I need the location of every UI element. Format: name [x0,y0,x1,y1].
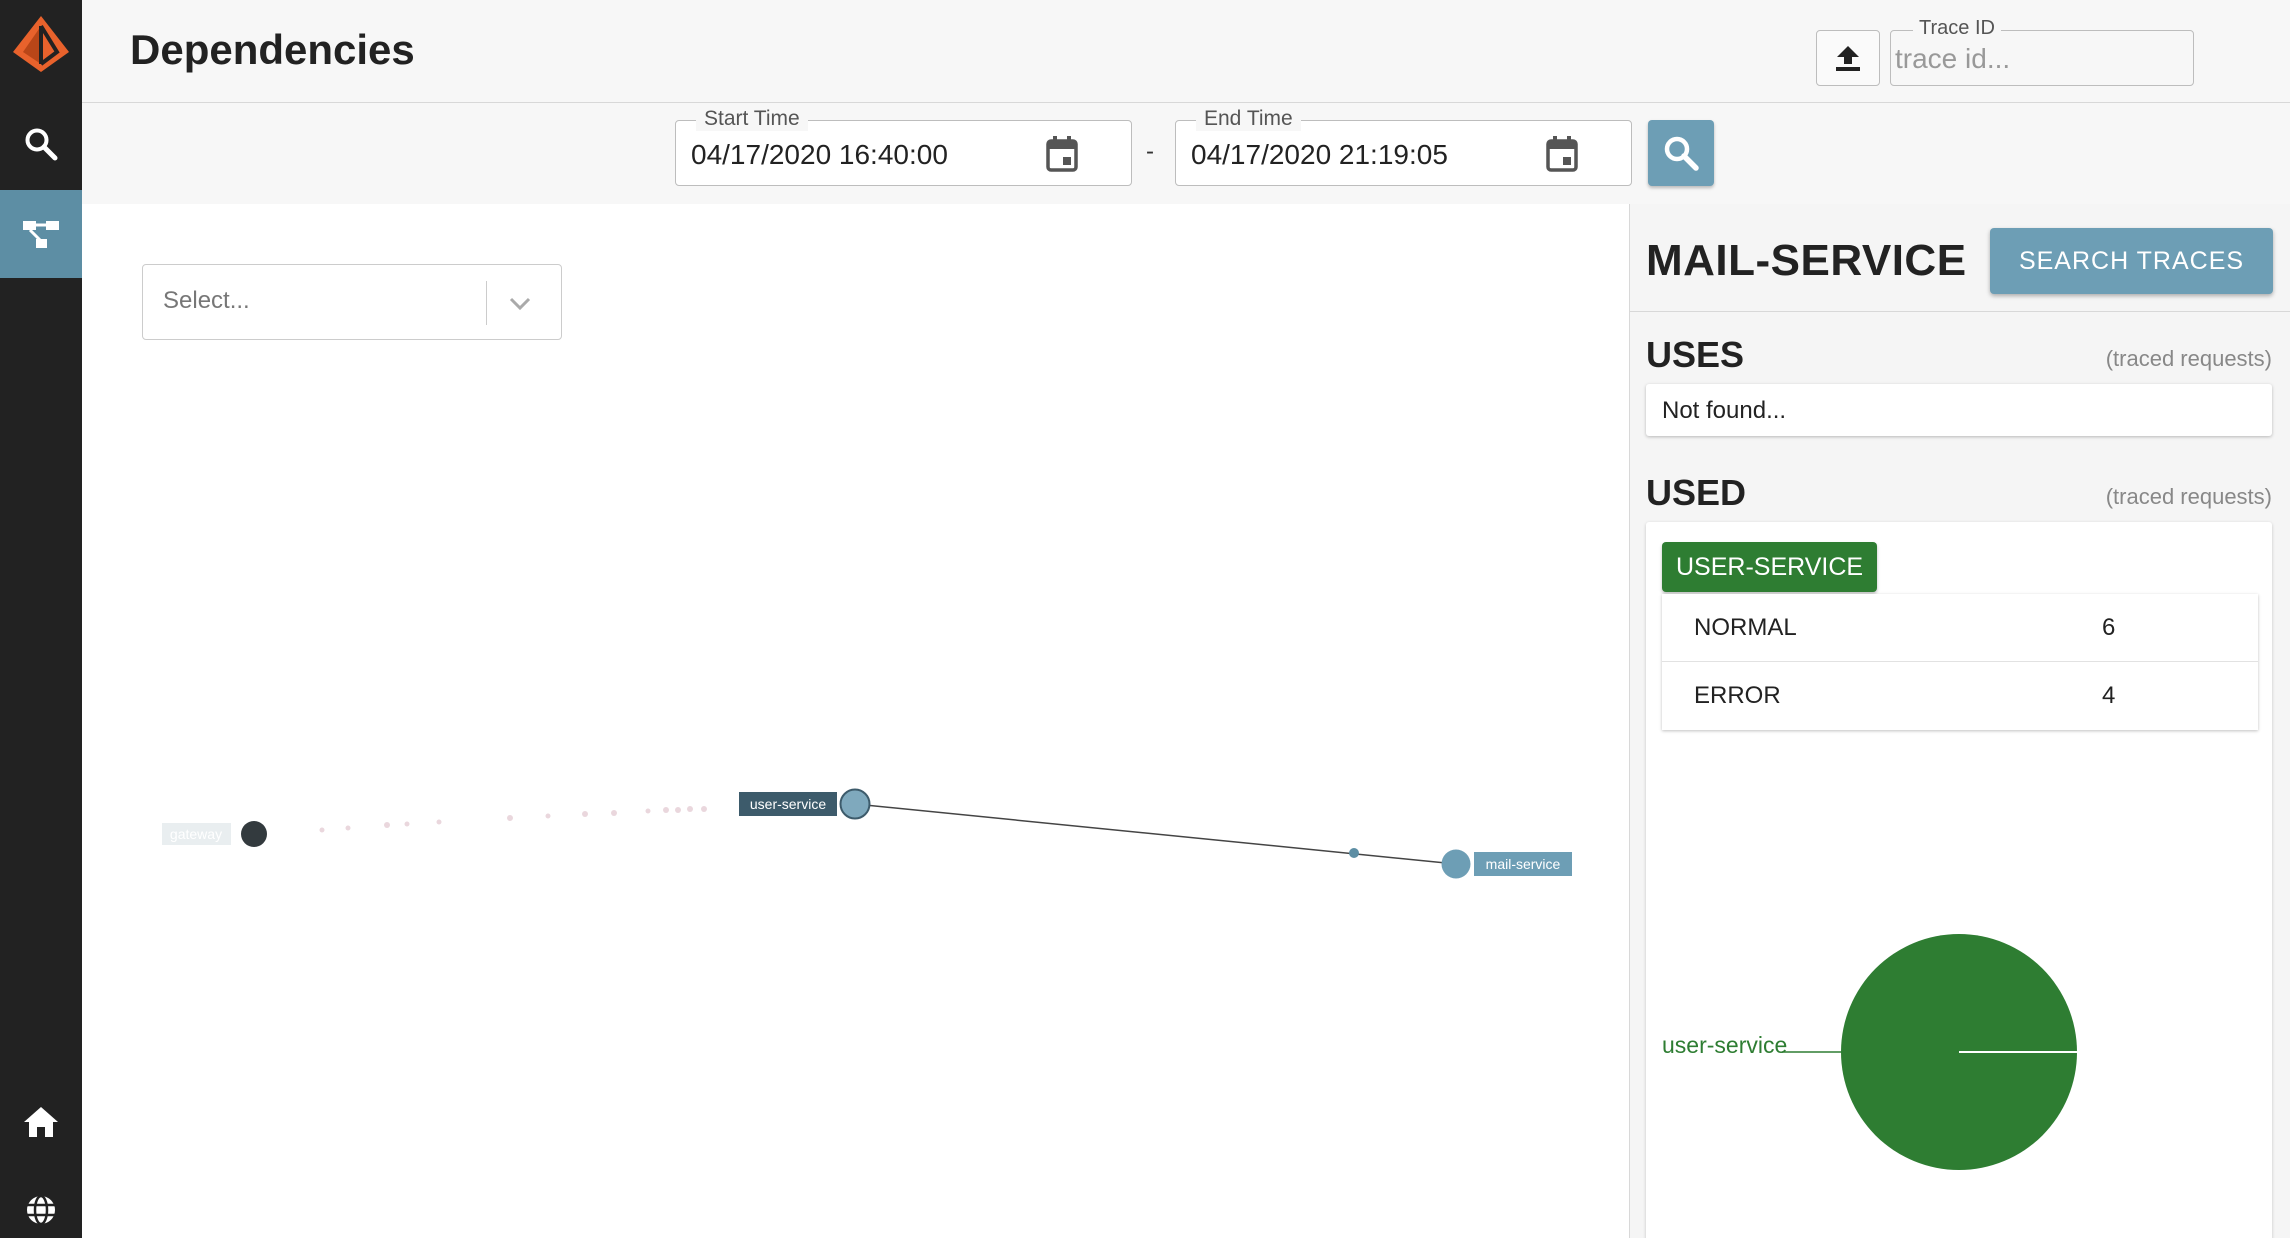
used-service-badge[interactable]: USER-SERVICE [1662,542,1878,592]
dependencies-icon [23,221,59,248]
upload-button[interactable] [1816,30,1880,86]
node-gateway-label: gateway [170,826,222,842]
trace-id-input[interactable] [1895,41,2185,77]
uses-card: Not found... [1646,384,2272,436]
node-user-service[interactable]: user-service [739,788,871,820]
graph-canvas: gateway user-service mail-service [162,788,1573,879]
start-time-label: Start Time [696,107,808,131]
globe-icon [27,1194,55,1226]
time-separator: - [1146,138,1154,165]
calendar-icon[interactable] [1545,135,1579,173]
start-time-value: 04/17/2020 16:40:00 [691,139,948,170]
service-title: MAIL-SERVICE [1646,236,1967,285]
stat-label: NORMAL [1694,614,1797,641]
chevron-down-icon[interactable] [505,289,535,319]
dependency-graph: gateway user-service mail-service Select… [82,204,1629,1238]
sidebar [0,0,82,1238]
top-header: Dependencies Trace ID [82,0,2290,103]
trace-id-field: Trace ID [1890,17,2194,86]
nav-dependencies[interactable] [0,190,82,278]
nav-globe[interactable] [0,1166,82,1238]
time-search-button[interactable] [1648,120,1714,186]
node-mail-service[interactable]: mail-service [1441,849,1573,879]
logo-icon [13,16,69,72]
page-title: Dependencies [130,26,415,73]
edge-traffic-dot [1349,848,1359,858]
service-select-placeholder: Select... [163,287,250,314]
edge-gateway-user-service [319,806,707,833]
logo-link[interactable] [0,0,82,88]
uses-empty-text: Not found... [1662,397,1787,424]
panel-divider [1630,311,2290,312]
stat-value: 6 [2102,614,2116,641]
upload-icon [1836,46,1860,71]
search-traces-button[interactable]: SEARCH TRACES [1990,228,2273,294]
stat-value: 4 [2102,682,2116,709]
stat-row-error: ERROR 4 [1662,662,2258,730]
edge-user-service-mail-service [854,803,1457,865]
end-time-label: End Time [1196,107,1301,131]
used-stats-table: NORMAL 6 ERROR 4 [1662,594,2258,730]
time-range-bar: Start Time 04/17/2020 16:40:00 - End Tim… [82,104,2290,204]
search-icon [25,128,58,161]
select-separator [486,281,487,325]
stat-label: ERROR [1694,682,1781,709]
pie-label: user-service [1662,1032,1787,1058]
used-card: USER-SERVICE NORMAL 6 ERROR 4 user-servi… [1646,522,2272,1238]
node-user-service-label: user-service [750,796,826,812]
calendar-icon[interactable] [1045,135,1079,173]
used-note: (traced requests) [2105,484,2272,509]
end-time-field[interactable]: End Time 04/17/2020 21:19:05 [1175,107,1632,186]
node-mail-service-label: mail-service [1486,856,1561,872]
service-detail-panel: MAIL-SERVICE SEARCH TRACES USES (traced … [1629,204,2290,1238]
used-pie-chart: user-service [1662,934,2077,1170]
end-time-value: 04/17/2020 21:19:05 [1191,139,1448,170]
search-icon [1664,136,1699,171]
app: Dependencies Trace ID Start Time 04/17/2… [0,0,2290,1238]
stat-row-normal: NORMAL 6 [1662,594,2258,662]
nav-home[interactable] [0,1078,82,1166]
start-time-field[interactable]: Start Time 04/17/2020 16:40:00 [675,107,1132,186]
node-gateway[interactable]: gateway [162,821,267,847]
used-title: USED [1646,472,1747,513]
nav-search[interactable] [0,100,82,188]
trace-id-label: Trace ID [1913,17,2001,40]
service-select[interactable]: Select... [142,264,562,340]
uses-note: (traced requests) [2105,346,2272,371]
home-icon [24,1107,58,1137]
uses-title: USES [1646,334,1745,375]
